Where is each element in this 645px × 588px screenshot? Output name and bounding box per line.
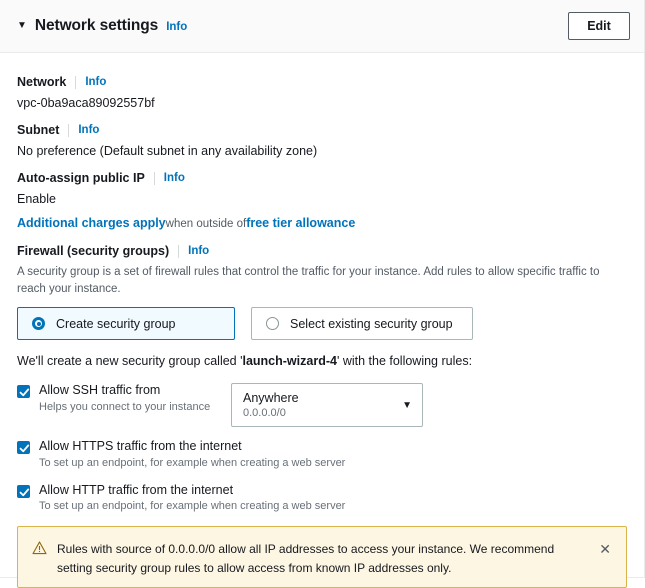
subnet-info-link[interactable]: Info — [78, 124, 99, 136]
charges-middle-text: when outside of — [165, 218, 247, 230]
auto-assign-ip-label-row: Auto-assign public IP Info — [17, 171, 627, 185]
rule-http-subtitle: To set up an endpoint, for example when … — [39, 500, 346, 513]
panel-info-link[interactable]: Info — [166, 21, 187, 33]
rule-row: Allow SSH traffic from Helps you connect… — [17, 383, 627, 428]
panel-header: ▼ Network settings Info Edit — [0, 0, 644, 53]
rule-ssh-title: Allow SSH traffic from — [39, 383, 161, 398]
rule-https-title: Allow HTTPS traffic from the internet — [39, 439, 242, 454]
page-title: Network settings — [34, 17, 159, 34]
edit-button[interactable]: Edit — [568, 12, 630, 40]
free-tier-allowance-link[interactable]: free tier allowance — [246, 216, 355, 230]
rule-ssh-left: Allow SSH traffic from Helps you connect… — [17, 383, 231, 414]
security-group-name: launch-wizard-4 — [242, 354, 337, 369]
rule-https-left: Allow HTTPS traffic from the internet To… — [17, 439, 345, 470]
rule-ssh-subtitle: Helps you connect to your instance — [39, 400, 211, 413]
rule-https-texts: Allow HTTPS traffic from the internet To… — [39, 439, 345, 470]
create-note-suffix: ' with the following rules: — [336, 354, 473, 369]
label-divider — [153, 171, 155, 185]
subnet-label-row: Subnet Info — [17, 123, 627, 137]
firewall-label: Firewall (security groups) — [17, 244, 170, 258]
security-group-name-note: We'll create a new security group called… — [17, 354, 627, 368]
radio-create-security-group-label: Create security group — [56, 316, 176, 331]
radio-select-existing-security-group-label: Select existing security group — [290, 316, 453, 331]
radio-create-security-group[interactable]: Create security group — [17, 307, 235, 341]
create-note-prefix: We'll create a new security group called… — [17, 354, 243, 369]
rule-ssh-texts: Allow SSH traffic from Helps you connect… — [39, 383, 210, 414]
warning-triangle-icon — [32, 541, 47, 560]
checkbox-allow-https[interactable] — [17, 441, 30, 455]
rule-http-texts: Allow HTTP traffic from the internet To … — [39, 483, 345, 514]
radio-unselected-icon — [266, 317, 279, 331]
panel-header-left: ▼ Network settings Info — [17, 17, 568, 35]
label-divider — [178, 244, 180, 258]
warning-alert-text: Rules with source of 0.0.0.0/0 allow all… — [57, 542, 555, 575]
checkbox-allow-ssh[interactable] — [17, 385, 30, 399]
auto-assign-ip-label: Auto-assign public IP — [17, 171, 145, 185]
rule-http-left: Allow HTTP traffic from the internet To … — [17, 483, 345, 514]
ssh-source-dropdown[interactable]: Anywhere 0.0.0.0/0 ▼ — [231, 383, 423, 428]
subnet-value: No preference (Default subnet in any ava… — [17, 144, 318, 158]
radio-select-existing-security-group[interactable]: Select existing security group — [251, 307, 473, 341]
rule-https-subtitle: To set up an endpoint, for example when … — [39, 456, 346, 469]
ssh-source-dropdown-texts: Anywhere 0.0.0.0/0 — [243, 390, 396, 421]
rule-row: Allow HTTPS traffic from the internet To… — [17, 439, 627, 470]
label-divider — [75, 75, 77, 89]
security-group-mode-group: Create security group Select existing se… — [17, 307, 627, 341]
firewall-description: A security group is a set of firewall ru… — [17, 266, 600, 295]
network-value: vpc-0ba9aca89092557bf — [17, 96, 155, 110]
chevron-down-icon: ▼ — [402, 399, 412, 411]
radio-selected-icon — [32, 317, 45, 331]
network-label: Network — [17, 75, 67, 89]
additional-charges-link[interactable]: Additional charges apply — [17, 216, 166, 230]
close-icon[interactable]: ✕ — [597, 542, 613, 556]
firewall-info-link[interactable]: Info — [188, 245, 209, 257]
auto-assign-ip-info-link[interactable]: Info — [164, 172, 185, 184]
network-info-link[interactable]: Info — [85, 76, 106, 88]
rule-row: Allow HTTP traffic from the internet To … — [17, 483, 627, 514]
checkbox-allow-http[interactable] — [17, 484, 30, 498]
open-cidr-warning-alert: Rules with source of 0.0.0.0/0 allow all… — [17, 526, 627, 588]
auto-assign-ip-value: Enable — [17, 192, 56, 206]
panel-body: Network Info vpc-0ba9aca89092557bf Subne… — [0, 53, 644, 588]
ssh-source-value: Anywhere — [243, 391, 299, 406]
network-label-row: Network Info — [17, 75, 627, 89]
subnet-label: Subnet — [17, 123, 60, 137]
network-settings-panel: ▼ Network settings Info Edit Network Inf… — [0, 0, 645, 588]
label-divider — [68, 123, 70, 137]
rule-http-title: Allow HTTP traffic from the internet — [39, 482, 234, 497]
additional-charges-note: Additional charges applywhen outside off… — [17, 216, 627, 230]
ssh-source-cidr: 0.0.0.0/0 — [243, 407, 286, 420]
collapse-caret-icon[interactable]: ▼ — [17, 21, 27, 31]
firewall-label-row: Firewall (security groups) Info — [17, 244, 627, 258]
